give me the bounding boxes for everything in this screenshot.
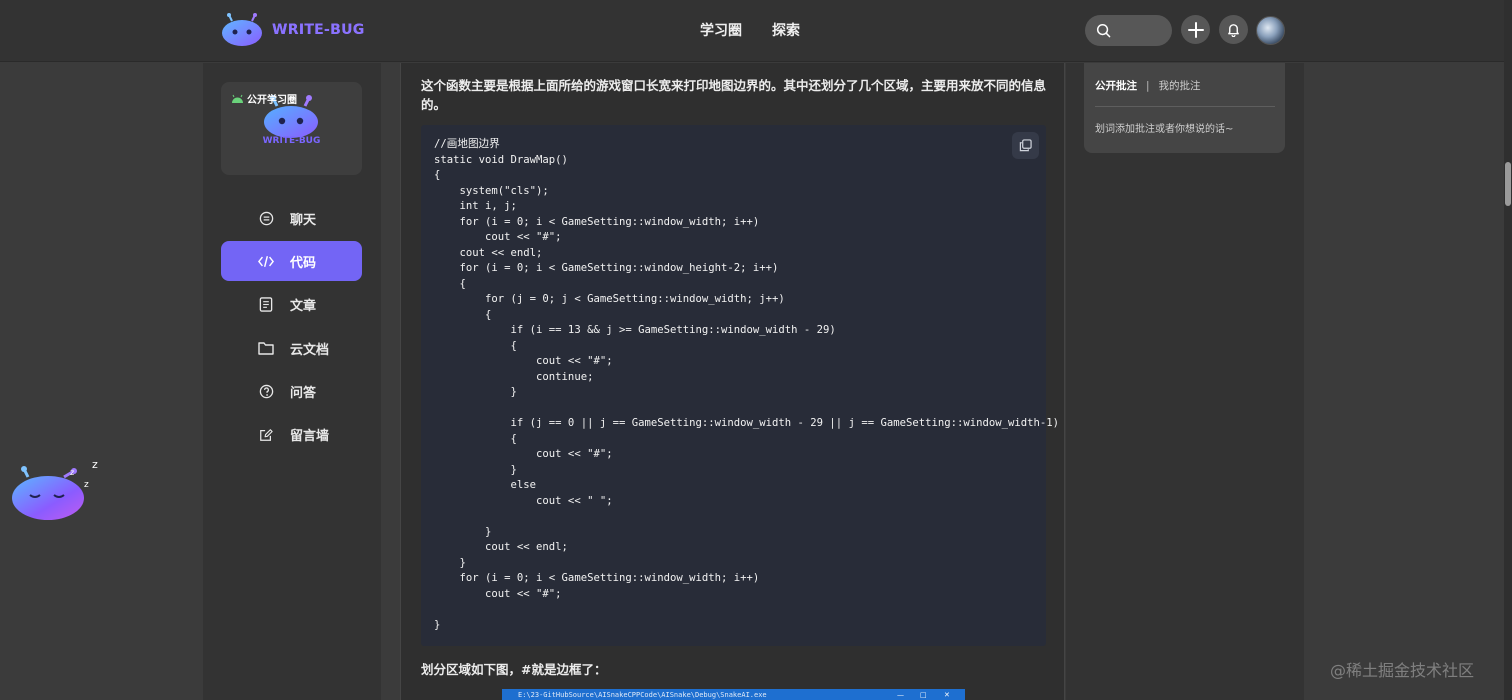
public-circle-badge: 公开学习圈 <box>231 91 297 106</box>
user-avatar[interactable] <box>1256 16 1285 45</box>
sidebar-item-qa[interactable]: 问答 <box>221 372 362 412</box>
plus-icon <box>1187 21 1204 38</box>
sidebar-item-label: 聊天 <box>290 212 317 228</box>
sidebar-item-message-wall[interactable]: 留言墙 <box>221 415 362 455</box>
page-scrollbar[interactable] <box>1504 0 1512 700</box>
article-icon <box>258 297 274 313</box>
code-text: //画地图边界 static void DrawMap() { system("… <box>434 138 1060 631</box>
sidebar-item-label: 代码 <box>290 255 317 271</box>
chat-icon <box>258 210 274 226</box>
circle-sidebar: 公开学习圈 WRITE-BUG 聊天 代码 文章 云文档 问答 留言墙 <box>203 63 381 700</box>
code-icon <box>258 253 274 269</box>
tab-separator: | <box>1146 79 1150 92</box>
annotation-panel: 公开批注 | 我的批注 划词添加批注或者你想说的话~ <box>1066 63 1304 700</box>
embedded-window-title: E:\23-GitHubSource\AISnakeCPPCode\AISnak… <box>518 691 767 699</box>
annotation-card: 公开批注 | 我的批注 划词添加批注或者你想说的话~ <box>1084 63 1285 153</box>
main-nav: 学习圈 探索 <box>700 20 800 40</box>
copy-icon <box>1019 139 1032 152</box>
nav-learning-circle[interactable]: 学习圈 <box>700 20 742 40</box>
brand-name: WRITE-BUG <box>272 22 365 38</box>
sidebar-item-label: 留言墙 <box>290 429 330 445</box>
svg-text:z: z <box>84 480 89 490</box>
sidebar-item-code[interactable]: 代码 <box>221 241 362 282</box>
intro-paragraph: 这个函数主要是根据上面所给的游戏窗口长宽来打印地图边界的。其中还划分了几个区域，… <box>421 78 1047 112</box>
tab-my-annotations[interactable]: 我的批注 <box>1159 78 1201 93</box>
sleeping-mascot-icon[interactable]: z z z <box>8 455 108 525</box>
article-content: 这个函数主要是根据上面所给的游戏窗口长宽来打印地图边界的。其中还划分了几个区域，… <box>400 63 1065 700</box>
question-icon <box>258 384 274 400</box>
site-logo[interactable]: WRITE-BUG <box>220 13 365 47</box>
svg-text:z: z <box>70 468 74 477</box>
scrollbar-thumb[interactable] <box>1505 162 1511 206</box>
android-icon <box>232 94 243 103</box>
folder-icon <box>258 340 274 356</box>
close-icon: ✕ <box>944 691 950 699</box>
sidebar-item-label: 问答 <box>290 386 317 402</box>
watermark: @稀土掘金技术社区 <box>1330 661 1475 680</box>
create-button[interactable] <box>1181 15 1210 44</box>
sidebar-item-label: 文章 <box>290 299 317 315</box>
bell-icon <box>1228 24 1239 37</box>
search-input[interactable] <box>1085 15 1172 46</box>
annotation-tabs: 公开批注 | 我的批注 <box>1095 78 1201 93</box>
annotation-hint: 划词添加批注或者你想说的话~ <box>1095 124 1234 135</box>
sidebar-item-cloud-docs[interactable]: 云文档 <box>221 328 362 368</box>
mascot-logo-icon <box>222 13 262 46</box>
circle-card[interactable]: 公开学习圈 WRITE-BUG <box>221 82 362 175</box>
sidebar-item-label: 云文档 <box>290 342 330 358</box>
card-brand-name: WRITE-BUG <box>262 136 321 146</box>
code-block[interactable]: //画地图边界 static void DrawMap() { system("… <box>421 125 1059 646</box>
embedded-screenshot: E:\23-GitHubSource\AISnakeCPPCode\AISnak… <box>502 689 965 700</box>
notifications-button[interactable] <box>1219 15 1248 44</box>
divider <box>1095 106 1275 107</box>
sidebar-item-chat[interactable]: 聊天 <box>221 198 362 238</box>
svg-text:z: z <box>92 458 98 471</box>
minimize-icon: — <box>897 691 904 699</box>
sidebar-item-article[interactable]: 文章 <box>221 285 362 325</box>
maximize-icon: □ <box>920 691 927 699</box>
sidebar-menu: 聊天 代码 文章 云文档 问答 留言墙 <box>221 198 362 458</box>
section-paragraph: 划分区域如下图，#就是边框了： <box>421 662 607 677</box>
tab-public-annotations[interactable]: 公开批注 <box>1095 78 1137 93</box>
copy-code-button[interactable] <box>1012 132 1039 159</box>
badge-label: 公开学习圈 <box>247 95 297 106</box>
search-icon <box>1096 23 1111 38</box>
edit-icon <box>258 427 274 443</box>
nav-explore[interactable]: 探索 <box>772 20 800 40</box>
top-navigation-bar: WRITE-BUG 学习圈 探索 <box>0 0 1512 62</box>
